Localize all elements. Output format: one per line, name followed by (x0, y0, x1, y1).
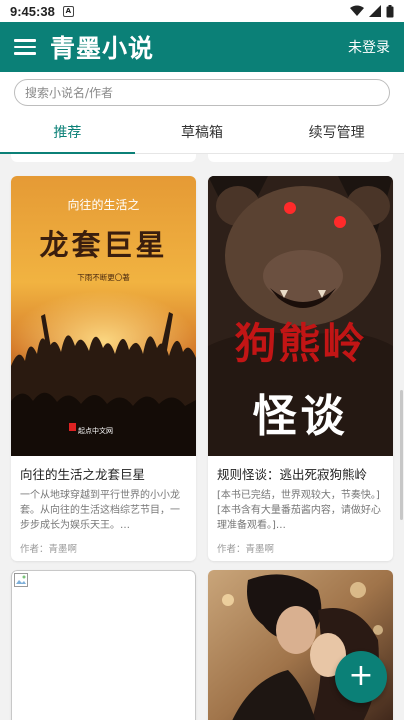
book-description: [本书已完结，世界观较大，节奏快。][本书含有大量番茄酱内容，请做好心理准备观看… (217, 490, 381, 531)
search-bar (0, 72, 404, 114)
tab-bar: 推荐 草稿箱 续写管理 (0, 114, 404, 154)
book-cover: 向往的生活之 龙套巨星 下雨不断更〇著 起点中文网 (11, 176, 196, 456)
wifi-icon (350, 5, 364, 16)
book-card[interactable]: 向往的生活之 龙套巨星 下雨不断更〇著 起点中文网 向往的生活之龙套巨星 一个从… (11, 176, 196, 561)
broken-image-icon (14, 573, 28, 587)
book-title: 向往的生活之龙套巨星 (20, 467, 146, 482)
book-info: 规则怪谈：逃出死寂狗熊岭 [本书已完结，世界观较大，节奏快。][本书含有大量番茄… (208, 456, 393, 561)
app-title: 青墨小说 (50, 34, 155, 63)
tab-recommend[interactable]: 推荐 (0, 114, 135, 154)
notification-icon: A (62, 5, 74, 17)
book-author: 作者：青墨啊 (217, 544, 275, 555)
book-info: 向往的生活之龙套巨星 一个从地球穿越到平行世界的小小龙套。从向往的生活这档综艺节… (11, 456, 196, 561)
book-cover: 狗熊岭 怪谈 (208, 176, 393, 456)
search-input[interactable] (14, 79, 390, 106)
book-card[interactable] (11, 570, 196, 720)
tab-continuation[interactable]: 续写管理 (269, 114, 404, 153)
cover-author: 下雨不断更〇著 (77, 273, 130, 282)
book-title: 规则怪谈：逃出死寂狗熊岭 (217, 467, 368, 482)
battery-icon (386, 4, 394, 17)
tab-drafts[interactable]: 草稿箱 (135, 114, 270, 153)
cover-title-red: 狗熊岭 (234, 319, 367, 368)
cover-brand: 起点中文网 (78, 427, 113, 435)
book-card[interactable]: 狗熊岭 怪谈 规则怪谈：逃出死寂狗熊岭 [本书已完结，世界观较大，节奏快。][本… (208, 176, 393, 561)
signal-icon (369, 5, 381, 17)
cover-title: 龙套巨星 (39, 228, 168, 262)
menu-icon[interactable] (14, 36, 36, 58)
book-cover-placeholder (11, 570, 196, 720)
cover-subtitle: 向往的生活之 (67, 198, 140, 212)
cover-title-white: 怪谈 (252, 391, 349, 442)
book-description: 一个从地球穿越到平行世界的小小龙套。从向往的生活这档综艺节目，一步步成长为娱乐天… (20, 490, 180, 531)
status-icons (350, 4, 394, 18)
crowd-illustration (11, 286, 196, 456)
status-time: 9:45:38 (10, 3, 55, 19)
status-bar: 9:45:38 A (0, 0, 404, 22)
book-card-partial[interactable] (208, 154, 393, 162)
login-button[interactable]: 未登录 (348, 37, 390, 57)
scrollbar[interactable] (400, 390, 403, 520)
book-card-partial[interactable] (11, 154, 196, 162)
book-author: 作者：青墨啊 (20, 544, 78, 555)
app-bar: 青墨小说 未登录 (0, 22, 404, 72)
book-grid: 向往的生活之 龙套巨星 下雨不断更〇著 起点中文网 向往的生活之龙套巨星 一个从… (0, 154, 404, 720)
add-button[interactable]: + (335, 651, 387, 703)
